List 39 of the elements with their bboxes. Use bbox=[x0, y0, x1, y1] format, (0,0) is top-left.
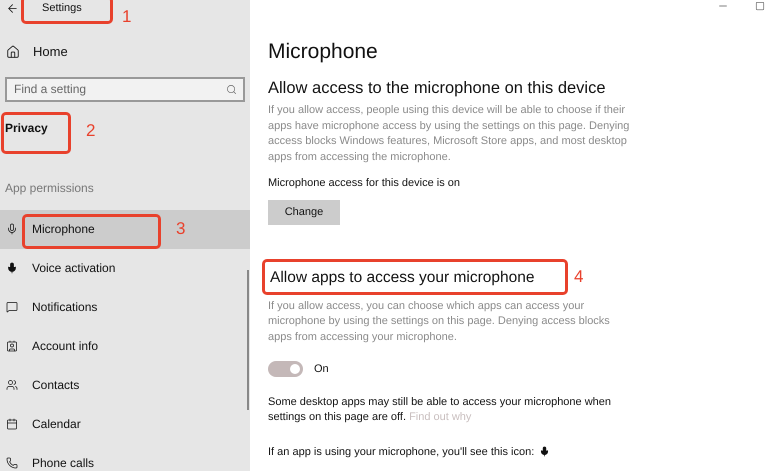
sidebar-item[interactable]: Notifications bbox=[0, 288, 250, 326]
home-icon bbox=[6, 44, 20, 59]
sidebar-item[interactable]: Phone calls bbox=[0, 444, 250, 471]
maximize-icon[interactable] bbox=[755, 1, 765, 11]
toggle-switch[interactable] bbox=[268, 361, 303, 378]
annotation-frame bbox=[1, 112, 71, 154]
sidebar-item[interactable]: Voice activation bbox=[0, 248, 250, 288]
calendar-icon bbox=[6, 418, 18, 430]
search-icon bbox=[226, 84, 237, 94]
back-icon[interactable] bbox=[6, 2, 19, 14]
status-text: Microphone access for this device is on bbox=[268, 176, 460, 191]
group-label: App permissions bbox=[5, 180, 95, 196]
sidebar-item[interactable]: Calendar bbox=[0, 404, 250, 444]
note-text: Some desktop apps may still be able to access your microphone when settings on this page are off. Find out why bbox=[268, 394, 612, 424]
people-icon bbox=[6, 379, 18, 391]
sidebar-item[interactable]: Account info bbox=[0, 326, 250, 366]
annotation-number: 2 bbox=[86, 120, 96, 142]
microphone-icon bbox=[6, 262, 18, 274]
description-text: If you allow access, people using this device will be able to choose if their apps have microphone access by using the settings on this page. Denying access blocks Windows features, Microsoft Store apps, and most desktop apps from accessing the microphone. bbox=[268, 103, 630, 164]
annotation-number: 1 bbox=[122, 6, 132, 28]
icon-note-text: If an app is using your microphone, you'll see this icon: bbox=[268, 444, 534, 460]
description-text: If you allow access, you can choose which apps can access your microphone by using the settings on this page. Denying access blocks apps from accessing your microphone. bbox=[268, 298, 611, 344]
microphone-icon bbox=[6, 223, 18, 235]
annotation-number: 3 bbox=[176, 218, 186, 240]
window-title: Settings bbox=[42, 0, 82, 16]
page-title: Microphone bbox=[268, 39, 378, 65]
annotation-number: 4 bbox=[574, 266, 584, 288]
sidebar-item[interactable]: Contacts bbox=[0, 366, 250, 404]
change-button[interactable]: Change bbox=[268, 200, 340, 224]
home-link[interactable]: Home bbox=[6, 42, 250, 62]
section-heading: Allow apps to access your microphone bbox=[270, 268, 534, 286]
speech-bubble-icon bbox=[6, 301, 18, 313]
microphone-icon bbox=[539, 446, 550, 458]
section-heading: Privacy bbox=[5, 120, 48, 136]
contact-card-icon bbox=[6, 340, 18, 352]
search-field[interactable]: Find a setting bbox=[5, 76, 245, 102]
phone-icon bbox=[6, 457, 18, 469]
toggle-label: On bbox=[314, 362, 329, 377]
section-heading: Allow access to the microphone on this device bbox=[268, 78, 606, 99]
